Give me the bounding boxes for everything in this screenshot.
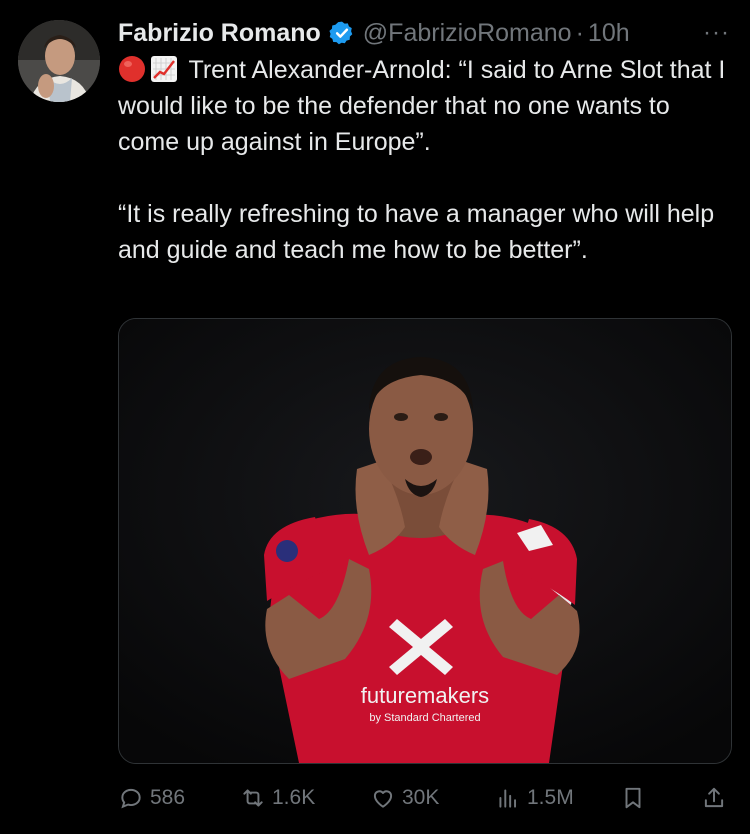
heart-icon xyxy=(373,790,393,808)
retweet-count: 1.6K xyxy=(272,786,316,809)
red-circle-emoji-icon xyxy=(119,56,145,82)
sponsor-text: futuremakers xyxy=(361,683,489,708)
sponsor-subtext: by Standard Chartered xyxy=(369,712,480,724)
tweet-paragraph-1-text: Trent Alexander-Arnold: “I said to Arne … xyxy=(118,56,726,156)
verified-badge-icon xyxy=(329,21,353,45)
league-badge-icon xyxy=(276,540,298,562)
tweet-actions: 586 1.6K 30K 1.5M xyxy=(118,780,730,816)
views-count: 1.5M xyxy=(527,786,574,809)
share-button[interactable] xyxy=(701,785,727,811)
separator-dot: · xyxy=(575,18,584,47)
author-name[interactable]: Fabrizio Romano xyxy=(118,19,321,48)
share-icon xyxy=(704,787,724,808)
tweet-timestamp[interactable]: 10h xyxy=(588,19,630,48)
reply-button[interactable]: 586 xyxy=(118,785,185,811)
views-chart-icon xyxy=(499,789,517,808)
more-options-icon[interactable]: ··· xyxy=(703,19,730,47)
bookmark-button[interactable] xyxy=(620,785,646,811)
tweet-paragraph-1: Trent Alexander-Arnold: “I said to Arne … xyxy=(118,52,728,160)
reply-count: 586 xyxy=(150,786,186,809)
tweet-paragraph-2: “It is really refreshing to have a manag… xyxy=(118,200,715,264)
player-photo: futuremakers by Standard Chartered xyxy=(119,319,731,763)
chart-increasing-emoji-icon xyxy=(151,56,177,82)
tweet-header: Fabrizio Romano @FabrizioRomano · 10h ··… xyxy=(118,14,730,52)
retweet-icon xyxy=(243,789,263,807)
author-handle[interactable]: @FabrizioRomano xyxy=(363,19,572,48)
views-button[interactable]: 1.5M xyxy=(495,785,574,811)
reply-icon xyxy=(121,788,141,809)
retweet-button[interactable]: 1.6K xyxy=(240,785,315,811)
tweet-text: Trent Alexander-Arnold: “I said to Arne … xyxy=(118,52,728,268)
bookmark-icon xyxy=(625,787,641,809)
like-count: 30K xyxy=(402,786,440,809)
tweet-media-image[interactable]: futuremakers by Standard Chartered xyxy=(118,318,732,764)
author-avatar[interactable] xyxy=(18,20,100,102)
avatar-image xyxy=(18,20,100,102)
like-button[interactable]: 30K xyxy=(370,785,439,811)
